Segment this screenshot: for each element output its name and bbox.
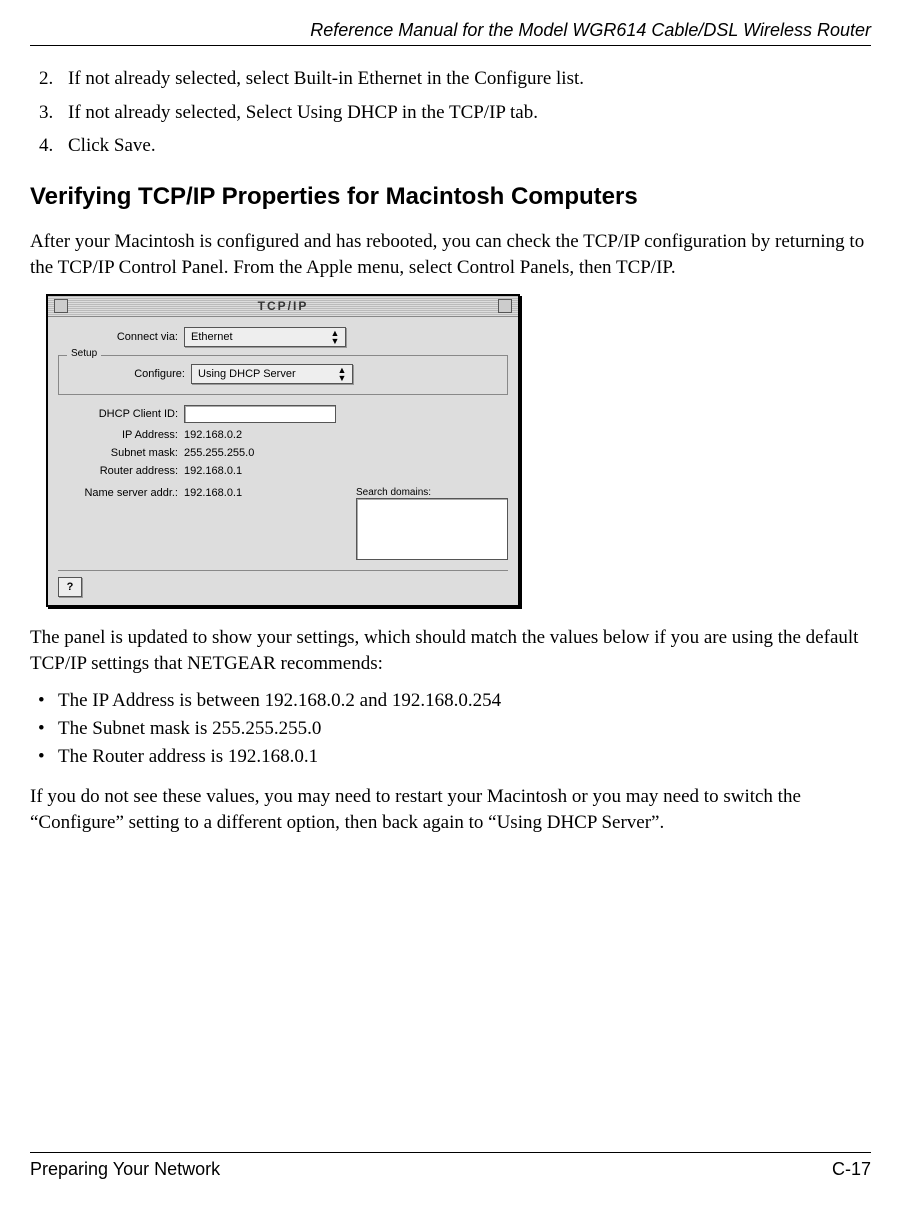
connect-via-label: Connect via: [58,331,184,343]
window-title: TCP/IP [68,299,498,313]
step-item: Click Save. [58,133,871,159]
connect-via-select[interactable]: Ethernet ▲▼ [184,327,346,347]
ip-address-value: 192.168.0.2 [184,429,242,441]
document-title: Reference Manual for the Model WGR614 Ca… [30,20,871,41]
page-footer: Preparing Your Network C-17 [30,1152,871,1180]
footer-section-title: Preparing Your Network [30,1159,220,1180]
closing-paragraph: If you do not see these values, you may … [30,784,871,835]
numbered-steps: If not already selected, select Built-in… [30,66,871,159]
bullet-list: The IP Address is between 192.168.0.2 an… [30,690,871,768]
name-server-label: Name server addr.: [58,487,184,499]
header-rule [30,45,871,46]
configure-value: Using DHCP Server [198,368,296,380]
search-domains-input[interactable] [356,498,508,560]
ip-address-label: IP Address: [58,429,184,441]
help-button[interactable]: ? [58,577,82,597]
footer-rule [30,1152,871,1153]
setup-legend: Setup [67,348,101,359]
connect-via-value: Ethernet [191,331,233,343]
close-box-icon[interactable] [54,299,68,313]
window-titlebar: TCP/IP [48,296,518,317]
router-address-label: Router address: [58,465,184,477]
step-item: If not already selected, select Built-in… [58,66,871,92]
list-item: The Subnet mask is 255.255.255.0 [58,718,871,740]
subnet-mask-label: Subnet mask: [58,447,184,459]
section-heading: Verifying TCP/IP Properties for Macintos… [30,183,871,211]
page-number: C-17 [832,1159,871,1180]
step-item: If not already selected, Select Using DH… [58,100,871,126]
dhcp-client-id-input[interactable] [184,405,336,423]
configure-label: Configure: [65,368,191,380]
zoom-box-icon[interactable] [498,299,512,313]
search-domains-label: Search domains: [356,487,504,498]
intro-paragraph: After your Macintosh is configured and h… [30,229,871,280]
name-server-value: 192.168.0.1 [184,487,242,499]
setup-group: Setup Configure: Using DHCP Server ▲▼ [58,355,508,395]
after-panel-paragraph: The panel is updated to show your settin… [30,625,871,676]
router-address-value: 192.168.0.1 [184,465,242,477]
updown-arrows-icon: ▲▼ [329,329,341,345]
configure-select[interactable]: Using DHCP Server ▲▼ [191,364,353,384]
list-item: The Router address is 192.168.0.1 [58,746,871,768]
list-item: The IP Address is between 192.168.0.2 an… [58,690,871,712]
tcpip-panel-screenshot: TCP/IP Connect via: Ethernet ▲▼ Setup Co… [46,294,520,607]
dhcp-client-id-label: DHCP Client ID: [58,408,184,420]
question-mark-icon: ? [67,581,74,593]
updown-arrows-icon: ▲▼ [336,366,348,382]
subnet-mask-value: 255.255.255.0 [184,447,254,459]
